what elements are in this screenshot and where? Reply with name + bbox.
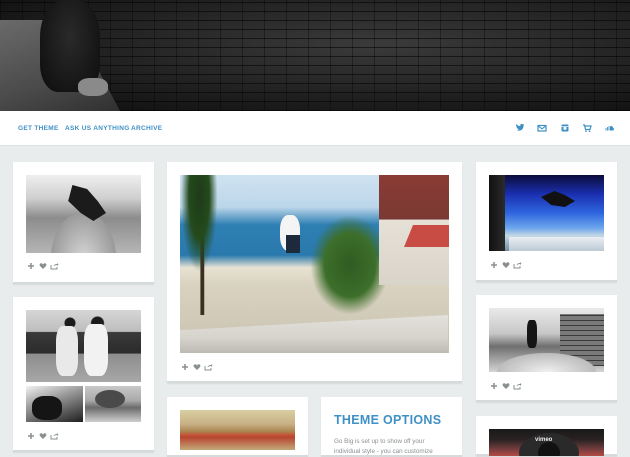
post-photo[interactable] [180,410,295,450]
post-actions [180,363,220,373]
post-photo[interactable] [489,308,604,372]
soundcloud-icon[interactable] [603,123,615,135]
add-icon[interactable] [489,382,498,391]
heart-icon[interactable] [501,382,510,391]
photo-figure-shape [32,396,62,420]
header-photo [0,0,630,111]
post-card-warm-photo[interactable] [167,397,308,457]
photo-shadow-shape [489,175,505,251]
post-actions [26,432,66,442]
mail-icon[interactable] [536,123,548,135]
header-photo-shoe [78,78,108,96]
theme-options-body-line-1: Go Big is set up to show off your [334,438,425,445]
photo-person-left [56,326,78,376]
post-card-sky-skate[interactable] [476,162,617,282]
top-nav-bar: GET THEME ASK US ANYTHING ARCHIVE [0,111,630,146]
post-actions [26,262,66,272]
photo-trees-shape [310,215,390,315]
photo-skater-shape [541,191,575,207]
add-icon[interactable] [180,363,189,372]
heart-icon[interactable] [192,363,201,372]
nav-link-get-theme[interactable]: GET THEME [18,125,59,132]
photo-ramp-shape [509,237,604,251]
photo-tree-shape [95,390,125,408]
theme-options-body: Go Big is set up to show off your indivi… [334,437,446,457]
share-icon[interactable] [50,262,59,271]
post-photo[interactable] [489,175,604,251]
add-icon[interactable] [26,432,35,441]
photoset-photo-small-left[interactable] [26,386,83,422]
photoset-photo-main[interactable] [26,310,141,382]
add-icon[interactable] [26,262,35,271]
photo-pool-shape [489,350,604,372]
nav-link-ask-us-anything[interactable]: ASK US ANYTHING [65,125,130,132]
post-card-beach-skate[interactable] [167,162,462,383]
photo-skater-shape [527,320,537,348]
post-card-skate-bowl[interactable] [13,162,154,284]
photo-skater-legs [286,235,300,253]
nav-link-archive[interactable]: ARCHIVE [131,125,162,132]
post-card-vimeo-video[interactable]: vimeo [476,416,617,456]
share-icon[interactable] [204,363,213,372]
photo-skater-shape [68,185,106,221]
share-icon[interactable] [513,382,522,391]
heart-icon[interactable] [38,262,47,271]
post-photo[interactable] [26,175,141,253]
photo-person-right [84,324,108,376]
cart-icon[interactable] [581,123,593,135]
post-card-two-skaters[interactable] [13,297,154,452]
post-photo[interactable] [180,175,449,353]
photo-stairs-shape [180,315,448,353]
heart-icon[interactable] [501,261,510,270]
theme-options-body-line-2: individual style - you can customize [334,448,433,455]
theme-options-card: THEME OPTIONS Go Big is set up to show o… [321,397,462,457]
photoset-photo-small-right[interactable] [85,386,141,422]
share-icon[interactable] [513,261,522,270]
post-card-pool-skate[interactable] [476,295,617,402]
twitter-icon[interactable] [514,123,526,135]
add-icon[interactable] [489,261,498,270]
vimeo-label: vimeo [535,437,553,443]
instagram-icon[interactable] [559,123,571,135]
heart-icon[interactable] [38,432,47,441]
photo-palm-shape [180,175,228,315]
video-thumbnail[interactable]: vimeo [489,429,604,456]
post-actions [489,382,529,392]
share-icon[interactable] [50,432,59,441]
post-actions [489,261,529,271]
theme-options-title: THEME OPTIONS [334,413,442,427]
